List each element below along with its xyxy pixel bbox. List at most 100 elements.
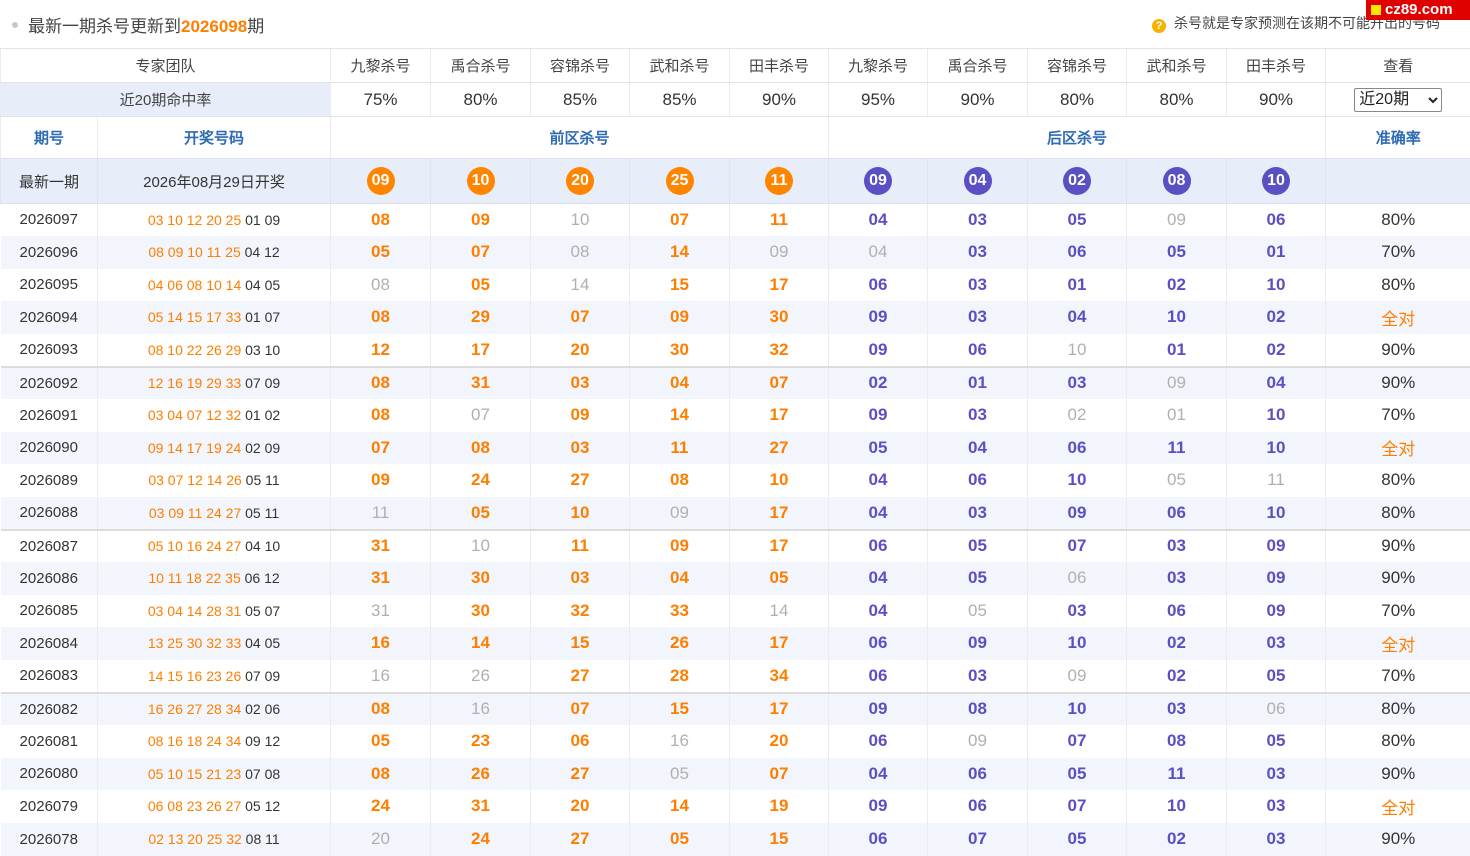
front-kill: 29 — [430, 300, 531, 334]
front-kill: 24 — [430, 822, 531, 856]
draw-back-numbers: 05 12 — [245, 798, 281, 814]
latest-front-kill: 09 — [330, 158, 431, 204]
front-kill: 23 — [430, 724, 531, 758]
back-kill: 01 — [1226, 235, 1326, 269]
expert-name: 容锦杀号 — [530, 48, 630, 83]
accuracy-value: 90% — [1325, 333, 1470, 367]
front-kill: 27 — [530, 659, 630, 693]
front-kill: 08 — [330, 691, 431, 725]
back-kill: 03 — [927, 398, 1028, 432]
issue-number: 2026083 — [19, 667, 78, 684]
expert-name: 田丰杀号 — [729, 48, 829, 83]
hit-rate: 80% — [430, 82, 531, 117]
expert-name: 武和杀号 — [629, 48, 730, 83]
draw-back-numbers: 07 09 — [245, 375, 281, 391]
back-kill: 07 — [1027, 724, 1127, 758]
accuracy-value: 全对 — [1325, 300, 1470, 334]
front-kill: 26 — [629, 626, 730, 660]
front-kill: 04 — [629, 365, 730, 399]
accuracy-value: 90% — [1325, 822, 1470, 856]
front-kill: 15 — [629, 691, 730, 725]
draw-back-numbers: 09 12 — [245, 733, 281, 749]
draw-front-numbers: 05 10 15 21 23 — [147, 765, 242, 782]
front-ball: 09 — [366, 167, 395, 195]
history-row: 2026089 03 07 12 14 26 05 11 09 24 27 08 10 04 0… — [1, 463, 1470, 497]
front-kill: 17 — [729, 496, 829, 530]
front-kill: 17 — [430, 333, 531, 367]
history-row: 2026086 10 11 18 22 35 06 12 31 30 03 04 05 04 0… — [0, 561, 1470, 595]
back-kill: 06 — [1226, 203, 1326, 236]
site-badge[interactable]: cz89.com — [1366, 0, 1470, 20]
back-kill: 06 — [828, 268, 928, 301]
hit-rate: 85% — [530, 82, 630, 117]
front-kill: 32 — [729, 333, 829, 367]
front-kill: 08 — [330, 757, 431, 790]
front-kill: 30 — [430, 594, 531, 627]
back-kill: 11 — [1126, 757, 1227, 790]
accuracy-value: 80% — [1325, 203, 1470, 236]
front-kill-missed: 14 — [729, 594, 829, 627]
draw-front-numbers: 05 14 15 17 33 — [147, 309, 242, 325]
front-kill: 08 — [330, 398, 431, 432]
accuracy-value: 70% — [1325, 659, 1470, 693]
front-kill: 31 — [330, 528, 431, 562]
back-kill: 02 — [1126, 626, 1227, 660]
front-ball: 10 — [466, 167, 495, 195]
back-kill: 03 — [927, 235, 1028, 269]
front-kill: 09 — [430, 203, 531, 236]
latest-back-kill: 04 — [927, 158, 1028, 204]
back-kill: 10 — [1226, 268, 1326, 301]
issue-column-header: 期号 — [0, 116, 98, 159]
front-kill: 07 — [729, 365, 829, 399]
front-kill: 16 — [330, 626, 431, 660]
expert-name: 禹合杀号 — [430, 48, 531, 83]
latest-back-kill: 08 — [1126, 158, 1227, 204]
issue-number: 2026094 — [0, 300, 98, 334]
back-kill: 01 — [1126, 333, 1227, 367]
front-kill: 08 — [330, 203, 431, 236]
back-kill: 03 — [1027, 594, 1127, 627]
front-kill: 07 — [729, 757, 829, 790]
history-row: 2026087 05 10 16 24 27 04 10 31 10 11 09 17 06 0… — [0, 528, 1470, 562]
back-kill-missed: 04 — [828, 235, 928, 269]
back-kill: 10 — [1226, 431, 1326, 464]
issue-number: 2026093 — [19, 341, 78, 358]
draw-front-numbers: 08 10 22 26 29 — [147, 341, 242, 358]
front-kill: 14 — [629, 398, 730, 432]
draw-numbers: 03 09 11 24 27 05 11 — [96, 496, 331, 530]
back-kill: 03 — [927, 268, 1028, 301]
back-kill: 04 — [828, 757, 928, 790]
front-kill-missed: 05 — [629, 757, 730, 790]
back-kill: 03 — [1226, 789, 1326, 823]
back-kill: 01 — [1027, 268, 1127, 301]
draw-front-numbers: 03 04 14 28 31 — [147, 602, 242, 619]
history-row: 2026080 05 10 15 21 23 07 08 08 26 27 05 07 04 0… — [0, 757, 1470, 790]
period-select[interactable]: 近20期 — [1354, 87, 1443, 112]
back-kill: 09 — [927, 626, 1028, 660]
accuracy-value: 70% — [1325, 235, 1470, 269]
back-ball: 10 — [1262, 167, 1291, 195]
draw-front-numbers: 03 10 12 20 25 — [147, 211, 242, 228]
hit-rate: 80% — [1027, 82, 1127, 117]
accuracy-value: 全对 — [1325, 626, 1470, 660]
front-kill: 15 — [629, 268, 730, 301]
hit-rate-label: 近20期命中率 — [0, 82, 331, 117]
accuracy-value: 90% — [1325, 757, 1470, 790]
front-kill-missed: 09 — [729, 235, 829, 269]
hit-rate: 90% — [729, 82, 829, 117]
front-kill: 10 — [530, 496, 630, 530]
back-kill-missed: 09 — [1126, 203, 1227, 236]
back-kill: 06 — [927, 757, 1028, 790]
latest-front-kill: 20 — [530, 158, 630, 204]
front-kill: 17 — [729, 626, 829, 660]
back-kill: 03 — [1226, 626, 1326, 660]
draw-back-numbers: 04 05 — [245, 276, 281, 293]
front-kill: 04 — [629, 561, 730, 595]
issue-number: 2026097 — [19, 211, 78, 229]
front-kill-missed: 20 — [330, 822, 431, 856]
front-kill: 27 — [530, 757, 630, 790]
draw-front-numbers: 03 09 11 24 27 — [148, 504, 242, 521]
latest-accuracy — [1325, 158, 1470, 204]
back-kill: 09 — [1226, 528, 1326, 562]
front-kill: 31 — [430, 365, 531, 399]
